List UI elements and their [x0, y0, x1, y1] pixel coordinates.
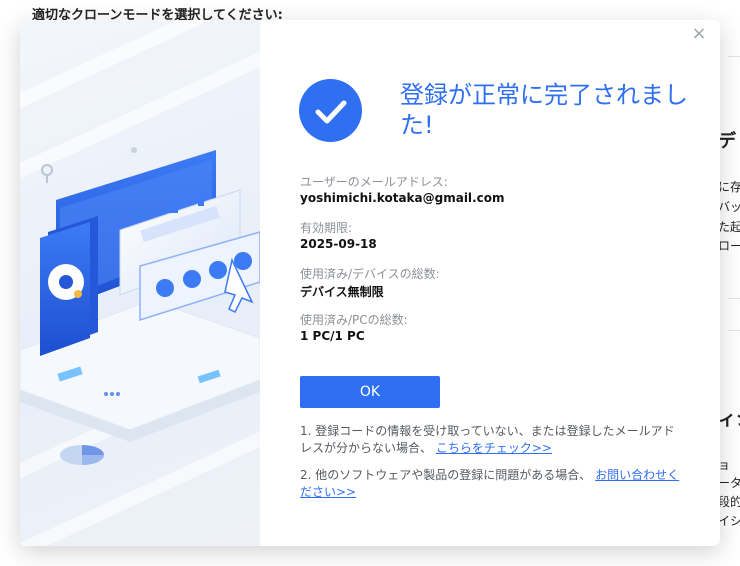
background-text-3: た起	[718, 220, 740, 234]
email-value: yoshimichi.kotaka@gmail.com	[300, 191, 505, 205]
background-divider	[728, 330, 740, 331]
registration-success-dialog: × 登録が正常に完了されました! ユーザーのメールアドレス: yoshimich…	[20, 20, 720, 546]
background-divider	[728, 56, 740, 57]
expiry-value: 2025-09-18	[300, 237, 377, 251]
background-text-6: ータ	[718, 476, 740, 490]
help-note-2: 2. 他のソフトウェアや製品の登録に問題がある場合、 お問い合わせください>>	[300, 467, 680, 501]
close-icon[interactable]: ×	[690, 25, 708, 43]
background-text-4: ロー	[718, 239, 740, 253]
help-note-1: 1. 登録コードの情報を受け取っていない、または登録したメールアドレスが分からな…	[300, 423, 680, 457]
dialog-title: 登録が正常に完了されました!	[400, 81, 688, 139]
software-registration-illustration	[20, 20, 283, 546]
help-note-2-text: 2. 他のソフトウェアや製品の登録に問題がある場合、	[300, 468, 592, 482]
check-here-link[interactable]: こちらをチェック>>	[436, 441, 552, 455]
checkmark-icon	[315, 100, 347, 124]
background-text-7: 段的	[718, 495, 740, 509]
background-text-2: バッ	[718, 200, 740, 214]
pcs-value: 1 PC/1 PC	[300, 329, 365, 343]
illustration-panel	[20, 20, 283, 546]
devices-value: デバイス無制限	[300, 285, 384, 299]
background-divider	[728, 298, 740, 299]
pcs-label: 使用済み/PCの総数:	[300, 313, 408, 327]
success-check-badge	[299, 79, 362, 142]
background-page-title: 適切なクローンモードを選択してください:	[32, 8, 283, 20]
devices-label: 使用済み/デバイスの総数:	[300, 267, 440, 281]
background-text-1: に存	[718, 180, 740, 194]
ok-button[interactable]: OK	[300, 376, 440, 408]
background-heading-1: デ	[718, 131, 736, 152]
expiry-label: 有効期限:	[300, 221, 353, 235]
background-heading-2: ィシ	[718, 409, 740, 430]
email-label: ユーザーのメールアドレス:	[300, 175, 448, 189]
background-text-8: イシ	[718, 514, 740, 528]
